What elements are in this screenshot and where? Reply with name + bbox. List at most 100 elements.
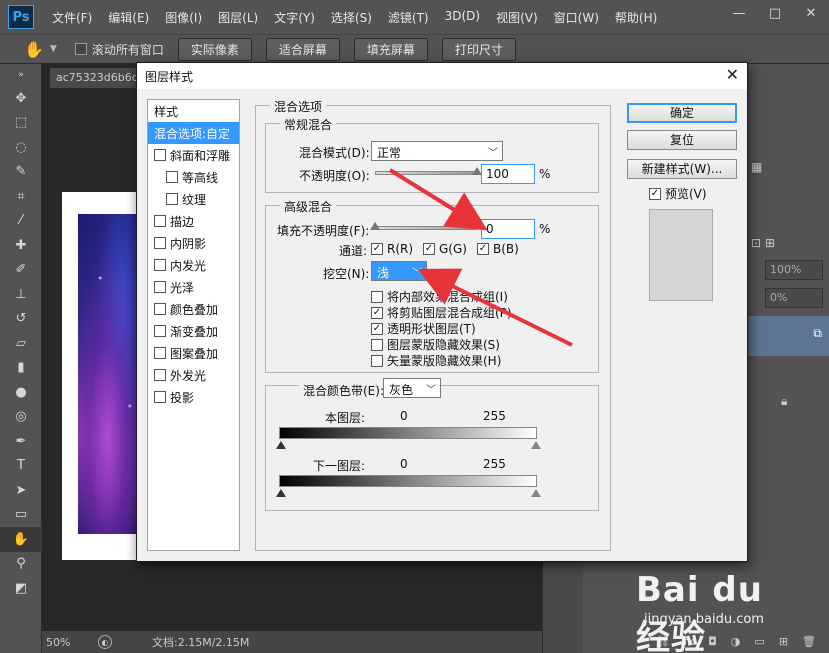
checkbox[interactable] <box>154 259 166 271</box>
menu-window[interactable]: 窗口(W) <box>554 9 599 26</box>
checkbox[interactable]: ✓ <box>649 187 661 200</box>
gradient-tool-icon[interactable]: ▮ <box>0 356 42 381</box>
dodge-tool-icon[interactable]: ◎ <box>0 405 42 430</box>
checkbox[interactable] <box>371 290 383 303</box>
fill-opacity-input[interactable]: 0 <box>481 219 535 239</box>
actual-pixels-button[interactable]: 实际像素 <box>177 37 252 61</box>
style-item-satin[interactable]: 光泽 <box>148 276 239 298</box>
pen-tool-icon[interactable]: ✒ <box>0 429 42 454</box>
checkbox[interactable] <box>166 171 178 183</box>
clone-stamp-tool-icon[interactable]: ⊥ <box>0 282 42 307</box>
quick-select-tool-icon[interactable]: ✎ <box>0 160 42 185</box>
marquee-tool-icon[interactable]: ⬚ <box>0 111 42 136</box>
style-item-drop-shadow[interactable]: 投影 <box>148 386 239 408</box>
opacity-slider[interactable] <box>375 171 477 175</box>
dialog-close-icon[interactable]: ✕ <box>726 65 739 84</box>
scroll-all-windows-checkbox[interactable] <box>74 43 87 55</box>
opacity-input[interactable]: 100 <box>481 164 535 184</box>
menu-view[interactable]: 视图(V) <box>496 9 538 26</box>
checkbox[interactable]: ✓ <box>477 243 489 255</box>
layer-mask-hides-effects-checkbox[interactable]: 图层蒙版隐藏效果(S) <box>371 336 500 353</box>
grid-icon[interactable]: ▦ <box>751 160 762 174</box>
minimize-button[interactable]: — <box>721 0 757 26</box>
brush-tool-icon[interactable]: ✐ <box>0 258 42 283</box>
layer-opacity-field[interactable]: 100% <box>765 260 823 280</box>
checkbox[interactable]: ✓ <box>423 243 435 255</box>
checkbox[interactable] <box>154 303 166 315</box>
fill-opacity-slider-thumb[interactable] <box>370 222 380 230</box>
blend-mode-select[interactable]: 正常 ﹀ <box>371 141 503 161</box>
menu-select[interactable]: 选择(S) <box>331 9 372 26</box>
shape-tool-icon[interactable]: ▭ <box>0 503 42 528</box>
style-item-contour[interactable]: 等高线 <box>148 166 239 188</box>
status-info-icon[interactable]: ◐ <box>98 635 112 649</box>
style-item-bevel-emboss[interactable]: 斜面和浮雕 <box>148 144 239 166</box>
fill-screen-button[interactable]: 填充屏幕 <box>353 37 428 61</box>
style-item-color-overlay[interactable]: 颜色叠加 <box>148 298 239 320</box>
knockout-select[interactable]: 浅 ﹀ <box>371 261 427 281</box>
menu-filter[interactable]: 滤镜(T) <box>388 9 429 26</box>
checkbox[interactable] <box>371 338 383 351</box>
path-select-tool-icon[interactable]: ➤ <box>0 478 42 503</box>
checkbox[interactable] <box>371 354 383 367</box>
menu-edit[interactable]: 编辑(E) <box>108 9 149 26</box>
zoom-tool-icon[interactable]: ⚲ <box>0 552 42 577</box>
document-info[interactable]: 文档:2.15M/2.15M <box>152 634 249 650</box>
color-swatches-icon[interactable]: ◩ <box>0 576 42 601</box>
eraser-tool-icon[interactable]: ▱ <box>0 331 42 356</box>
checkbox[interactable] <box>154 325 166 337</box>
style-item-stroke[interactable]: 描边 <box>148 210 239 232</box>
healing-brush-tool-icon[interactable]: ✚ <box>0 233 42 258</box>
menu-3d[interactable]: 3D(D) <box>445 9 480 26</box>
menu-file[interactable]: 文件(F) <box>52 9 92 26</box>
style-item-texture[interactable]: 纹理 <box>148 188 239 210</box>
checkbox[interactable] <box>154 347 166 359</box>
lasso-tool-icon[interactable]: ◌ <box>0 135 42 160</box>
blur-tool-icon[interactable]: ● <box>0 380 42 405</box>
hand-tool-panel-icon[interactable]: ✋ <box>0 527 42 552</box>
panel-collapse-icon[interactable]: » <box>0 64 42 86</box>
transparency-shapes-layer-checkbox[interactable]: ✓ 透明形状图层(T) <box>371 320 476 337</box>
eyedropper-tool-icon[interactable]: ⁄ <box>0 209 42 234</box>
checkbox[interactable]: ✓ <box>371 322 383 335</box>
maximize-button[interactable]: □ <box>757 0 793 26</box>
print-size-button[interactable]: 打印尺寸 <box>441 37 516 61</box>
this-layer-white-slider[interactable] <box>531 441 541 449</box>
blend-clipped-layers-checkbox[interactable]: ✓ 将剪贴图层混合成组(P) <box>371 304 512 321</box>
checkbox[interactable] <box>154 391 166 403</box>
style-item-blending-options[interactable]: 混合选项:自定 <box>148 122 239 144</box>
checkbox[interactable] <box>154 237 166 249</box>
crop-tool-icon[interactable]: ⌗ <box>0 184 42 209</box>
blend-if-select[interactable]: 灰色 ﹀ <box>383 378 441 398</box>
tool-preset-caret-icon[interactable]: ▼ <box>50 44 57 54</box>
style-item-inner-shadow[interactable]: 内阴影 <box>148 232 239 254</box>
style-item-outer-glow[interactable]: 外发光 <box>148 364 239 386</box>
ok-button[interactable]: 确定 <box>627 103 737 123</box>
checkbox[interactable]: ✓ <box>371 243 383 255</box>
fill-opacity-slider[interactable] <box>375 226 477 230</box>
channel-g-checkbox[interactable]: ✓ G(G) <box>423 242 467 256</box>
layer-filter-icons[interactable]: ⊡ ⊞ <box>751 236 775 250</box>
underlying-white-slider[interactable] <box>531 489 541 497</box>
checkbox[interactable] <box>154 215 166 227</box>
channel-r-checkbox[interactable]: ✓ R(R) <box>371 242 413 256</box>
checkbox[interactable] <box>154 369 166 381</box>
this-layer-black-slider[interactable] <box>276 441 286 449</box>
vector-mask-hides-effects-checkbox[interactable]: 矢量蒙版隐藏效果(H) <box>371 352 501 369</box>
menu-layer[interactable]: 图层(L) <box>218 9 258 26</box>
style-item-pattern-overlay[interactable]: 图案叠加 <box>148 342 239 364</box>
checkbox[interactable]: ✓ <box>371 306 383 319</box>
type-tool-icon[interactable]: T <box>0 454 42 479</box>
channel-b-checkbox[interactable]: ✓ B(B) <box>477 242 519 256</box>
menu-type[interactable]: 文字(Y) <box>274 9 315 26</box>
checkbox[interactable] <box>166 193 178 205</box>
style-item-gradient-overlay[interactable]: 渐变叠加 <box>148 320 239 342</box>
checkbox[interactable] <box>154 281 166 293</box>
new-style-button[interactable]: 新建样式(W)... <box>627 159 737 179</box>
reset-button[interactable]: 复位 <box>627 130 737 150</box>
layer-fill-field[interactable]: 0% <box>765 288 823 308</box>
dialog-title-bar[interactable]: 图层样式 ✕ <box>137 63 747 89</box>
blend-interior-effects-checkbox[interactable]: 将内部效果混合成组(I) <box>371 288 508 305</box>
zoom-level[interactable]: 50% <box>46 636 86 649</box>
underlying-black-slider[interactable] <box>276 489 286 497</box>
